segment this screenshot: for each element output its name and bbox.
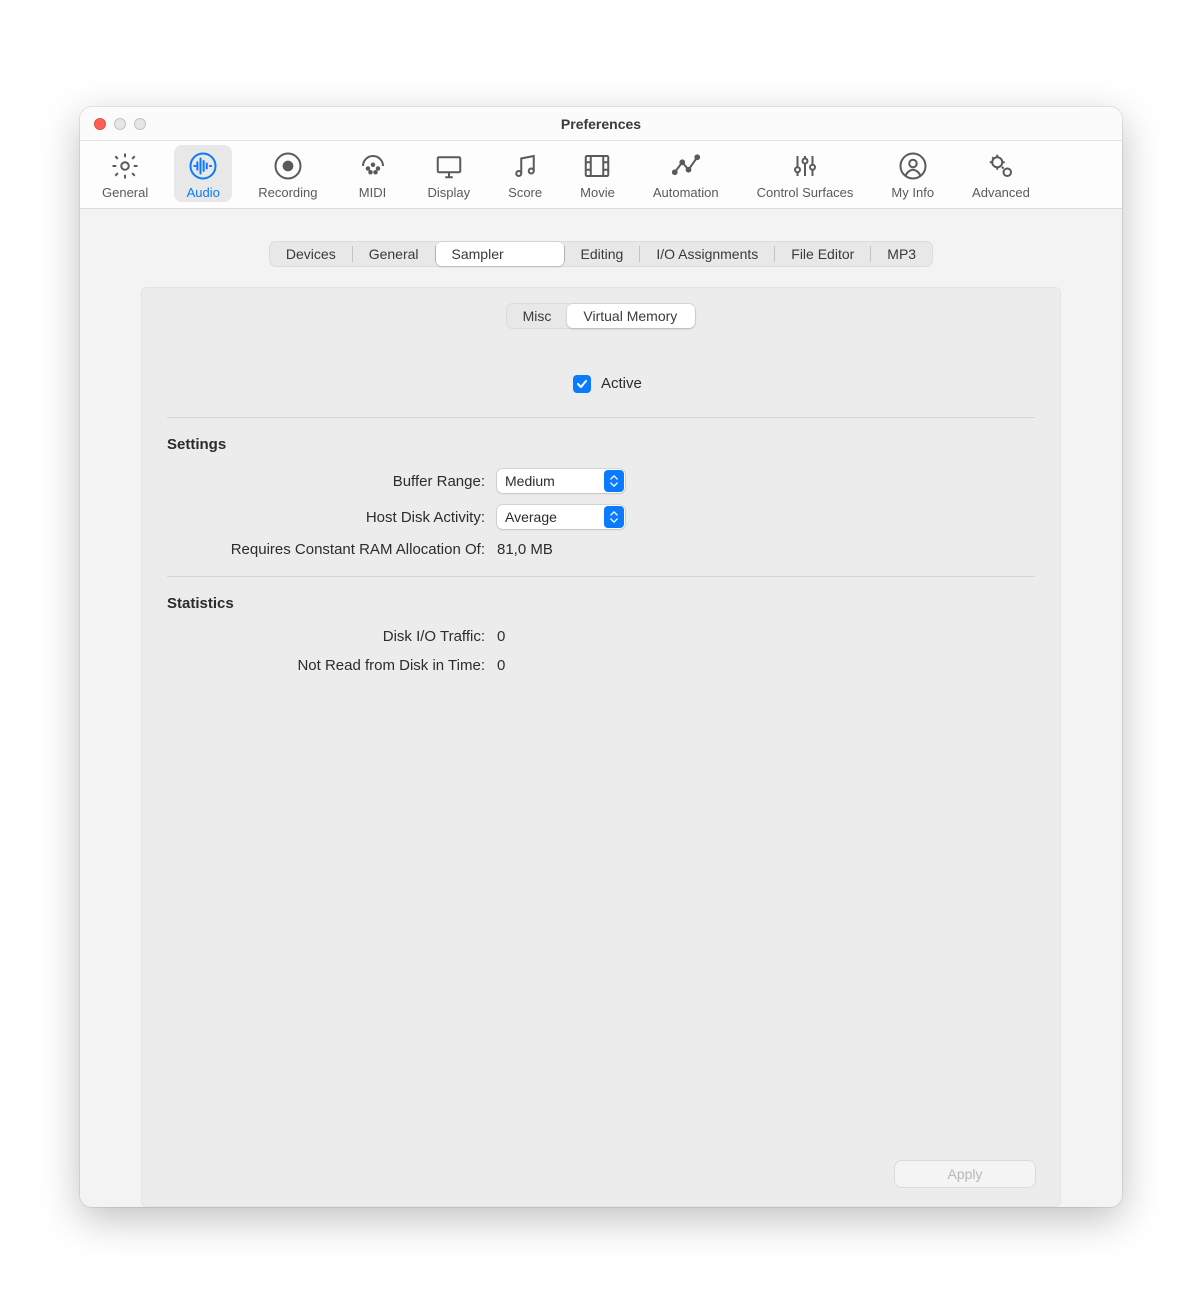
display-icon	[432, 149, 466, 183]
sliders-icon	[788, 149, 822, 183]
gear-icon	[108, 149, 142, 183]
toolbar-control-surfaces[interactable]: Control Surfaces	[745, 145, 866, 202]
toolbar-label: Movie	[580, 185, 615, 200]
automation-icon	[669, 149, 703, 183]
toolbar-label: Recording	[258, 185, 317, 200]
audio-tabs: Devices General Sampler Editing I/O Assi…	[269, 241, 933, 267]
not-read-label: Not Read from Disk in Time:	[167, 657, 497, 674]
toolbar-label: My Info	[891, 185, 934, 200]
record-icon	[271, 149, 305, 183]
toolbar-label: MIDI	[359, 185, 386, 200]
not-read-value: 0	[497, 657, 505, 674]
tab-mp3[interactable]: MP3	[871, 242, 932, 266]
host-disk-activity-label: Host Disk Activity:	[167, 509, 497, 526]
toolbar-label: Audio	[187, 185, 220, 200]
sampler-panel: Misc Virtual Memory Active	[141, 287, 1061, 1207]
active-checkbox[interactable]	[573, 375, 591, 393]
toolbar-label: Score	[508, 185, 542, 200]
toolbar-label: Advanced	[972, 185, 1030, 200]
preferences-body: Devices General Sampler Editing I/O Assi…	[80, 209, 1122, 1207]
waveform-icon	[186, 149, 220, 183]
toolbar-label: Automation	[653, 185, 719, 200]
film-icon	[580, 149, 614, 183]
active-row: Active	[167, 375, 1035, 393]
toolbar-recording[interactable]: Recording	[246, 145, 329, 202]
toolbar-audio[interactable]: Audio	[174, 145, 232, 202]
toolbar-label: Control Surfaces	[757, 185, 854, 200]
buffer-range-select[interactable]: Medium	[497, 469, 625, 493]
toolbar-automation[interactable]: Automation	[641, 145, 731, 202]
window-title: Preferences	[80, 116, 1122, 132]
music-notes-icon	[508, 149, 542, 183]
divider	[167, 576, 1035, 577]
buffer-range-label: Buffer Range:	[167, 473, 497, 490]
toolbar-advanced[interactable]: Advanced	[960, 145, 1042, 202]
toolbar-movie[interactable]: Movie	[568, 145, 627, 202]
tab-sampler[interactable]: Sampler	[436, 242, 564, 266]
statistics-heading: Statistics	[167, 595, 1035, 612]
toolbar-display[interactable]: Display	[416, 145, 483, 202]
user-icon	[896, 149, 930, 183]
subtab-misc[interactable]: Misc	[507, 304, 568, 328]
gears-icon	[984, 149, 1018, 183]
settings-heading: Settings	[167, 436, 1035, 453]
toolbar-general[interactable]: General	[90, 145, 160, 202]
toolbar-my-info[interactable]: My Info	[879, 145, 946, 202]
ram-allocation-label: Requires Constant RAM Allocation Of:	[167, 541, 497, 558]
tab-devices[interactable]: Devices	[270, 242, 352, 266]
toolbar-label: General	[102, 185, 148, 200]
preferences-toolbar: General Audio Recording	[80, 141, 1122, 209]
buffer-range-value: Medium	[497, 473, 603, 489]
preferences-window: Preferences General	[80, 107, 1122, 1207]
chevron-up-down-icon	[604, 470, 624, 492]
toolbar-score[interactable]: Score	[496, 145, 554, 202]
active-label: Active	[601, 375, 642, 392]
disk-io-value: 0	[497, 628, 505, 645]
ram-allocation-value: 81,0 MB	[497, 541, 553, 558]
toolbar-label: Display	[428, 185, 471, 200]
sampler-subtabs: Misc Virtual Memory	[506, 303, 697, 329]
tab-editing[interactable]: Editing	[565, 242, 640, 266]
tab-io-assignments[interactable]: I/O Assignments	[640, 242, 774, 266]
tab-general[interactable]: General	[353, 242, 435, 266]
chevron-up-down-icon	[604, 506, 624, 528]
host-disk-activity-value: Average	[497, 509, 603, 525]
midi-icon	[356, 149, 390, 183]
apply-label: Apply	[947, 1166, 982, 1182]
subtab-virtual-memory[interactable]: Virtual Memory	[567, 304, 695, 328]
disk-io-label: Disk I/O Traffic:	[167, 628, 497, 645]
apply-button[interactable]: Apply	[895, 1161, 1035, 1187]
tab-file-editor[interactable]: File Editor	[775, 242, 870, 266]
host-disk-activity-select[interactable]: Average	[497, 505, 625, 529]
divider	[167, 417, 1035, 418]
toolbar-midi[interactable]: MIDI	[344, 145, 402, 202]
titlebar: Preferences	[80, 107, 1122, 141]
